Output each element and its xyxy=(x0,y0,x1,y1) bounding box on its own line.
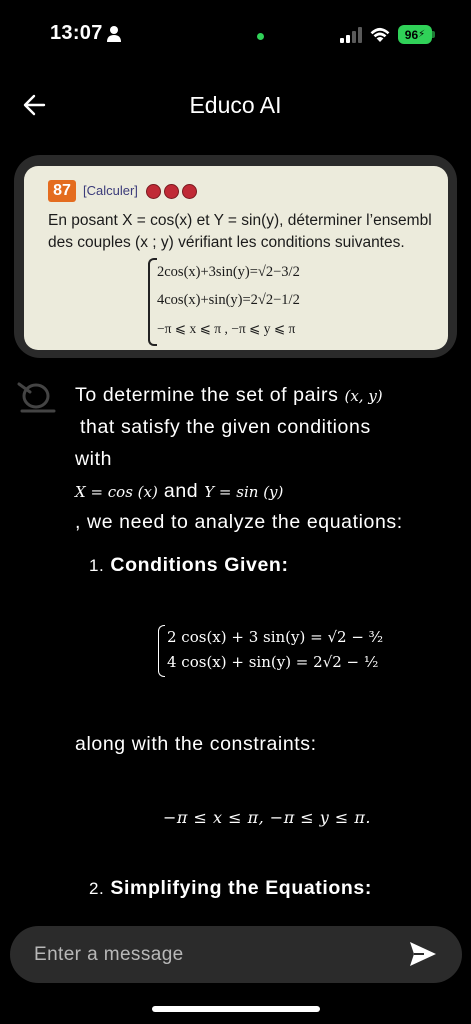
send-icon[interactable] xyxy=(408,940,438,968)
constraints-equation: −π ≤ x ≤ π, −π ≤ y ≤ π. xyxy=(163,808,372,827)
difficulty-dots xyxy=(146,184,200,204)
system-brace xyxy=(148,258,157,346)
section-number: 1. xyxy=(89,556,105,575)
section-heading: 1. Conditions Given: xyxy=(89,554,289,577)
battery-tip xyxy=(432,31,435,38)
battery-level: 96 xyxy=(404,27,419,42)
cellular-signal-icon xyxy=(340,27,362,43)
section-title: Simplifying the Equations: xyxy=(110,877,372,899)
status-time: 13:07 xyxy=(50,22,103,44)
response-text: and xyxy=(163,480,199,502)
exercise-tag: [Calculer] xyxy=(83,183,138,198)
equation-line: 2 cos(x) + 3 sin(y) = √2 − ³⁄₂ xyxy=(167,628,384,646)
exercise-constraint: −π ⩽ x ⩽ π , −π ⩽ y ⩽ π xyxy=(157,321,296,336)
person-icon xyxy=(107,26,121,42)
home-indicator xyxy=(152,1006,320,1012)
response-text-line: X = cos (x) and Y = sin (y) xyxy=(75,480,283,503)
response-text-line: along with the constraints: xyxy=(75,733,317,755)
exercise-text-line: En posant X = cos(x) et Y = sin(y), déte… xyxy=(48,212,432,229)
inline-math: Y = sin (y) xyxy=(204,483,284,501)
section-number: 2. xyxy=(89,879,105,898)
battery-indicator: 96 ⚡ xyxy=(398,25,432,44)
response-text-line: that satisfy the given conditions xyxy=(80,416,371,438)
response-text-line: with xyxy=(75,448,113,470)
exercise-equation: 4cos(x)+sin(y)=2√2−1/2 xyxy=(157,292,300,308)
response-text-line: , we need to analyze the equations: xyxy=(75,511,403,533)
response-text-line: To determine the set of pairs (x, y) xyxy=(75,384,383,407)
charging-bolt-icon: ⚡ xyxy=(418,29,426,40)
privacy-indicator-dot xyxy=(257,33,264,40)
equation-system-brace xyxy=(158,625,165,677)
status-bar: 13:07 96 ⚡ xyxy=(0,0,471,64)
message-input-bar[interactable]: Enter a message xyxy=(10,926,462,983)
inline-math: (x, y) xyxy=(344,387,383,405)
inline-math: X = cos (x) xyxy=(75,483,158,501)
section-title: Conditions Given: xyxy=(110,554,289,576)
exercise-text-line: des couples (x ; y) vérifiant les condit… xyxy=(48,234,405,251)
page-title: Educo AI xyxy=(189,92,282,118)
section-heading: 2. Simplifying the Equations: xyxy=(89,877,372,900)
wifi-icon xyxy=(370,27,390,42)
exercise-equation: 2cos(x)+3sin(y)=√2−3/2 xyxy=(157,264,300,280)
message-input[interactable]: Enter a message xyxy=(34,944,184,966)
exercise-photo[interactable]: 87 [Calculer] En posant X = cos(x) et Y … xyxy=(24,166,448,350)
exercise-number: 87 xyxy=(48,180,76,202)
app-header: Educo AI xyxy=(0,70,471,140)
response-text: To determine the set of pairs xyxy=(75,384,339,406)
equation-line: 4 cos(x) + sin(y) = 2√2 − ¹⁄₂ xyxy=(167,653,379,671)
ai-assistant-icon xyxy=(17,382,56,413)
